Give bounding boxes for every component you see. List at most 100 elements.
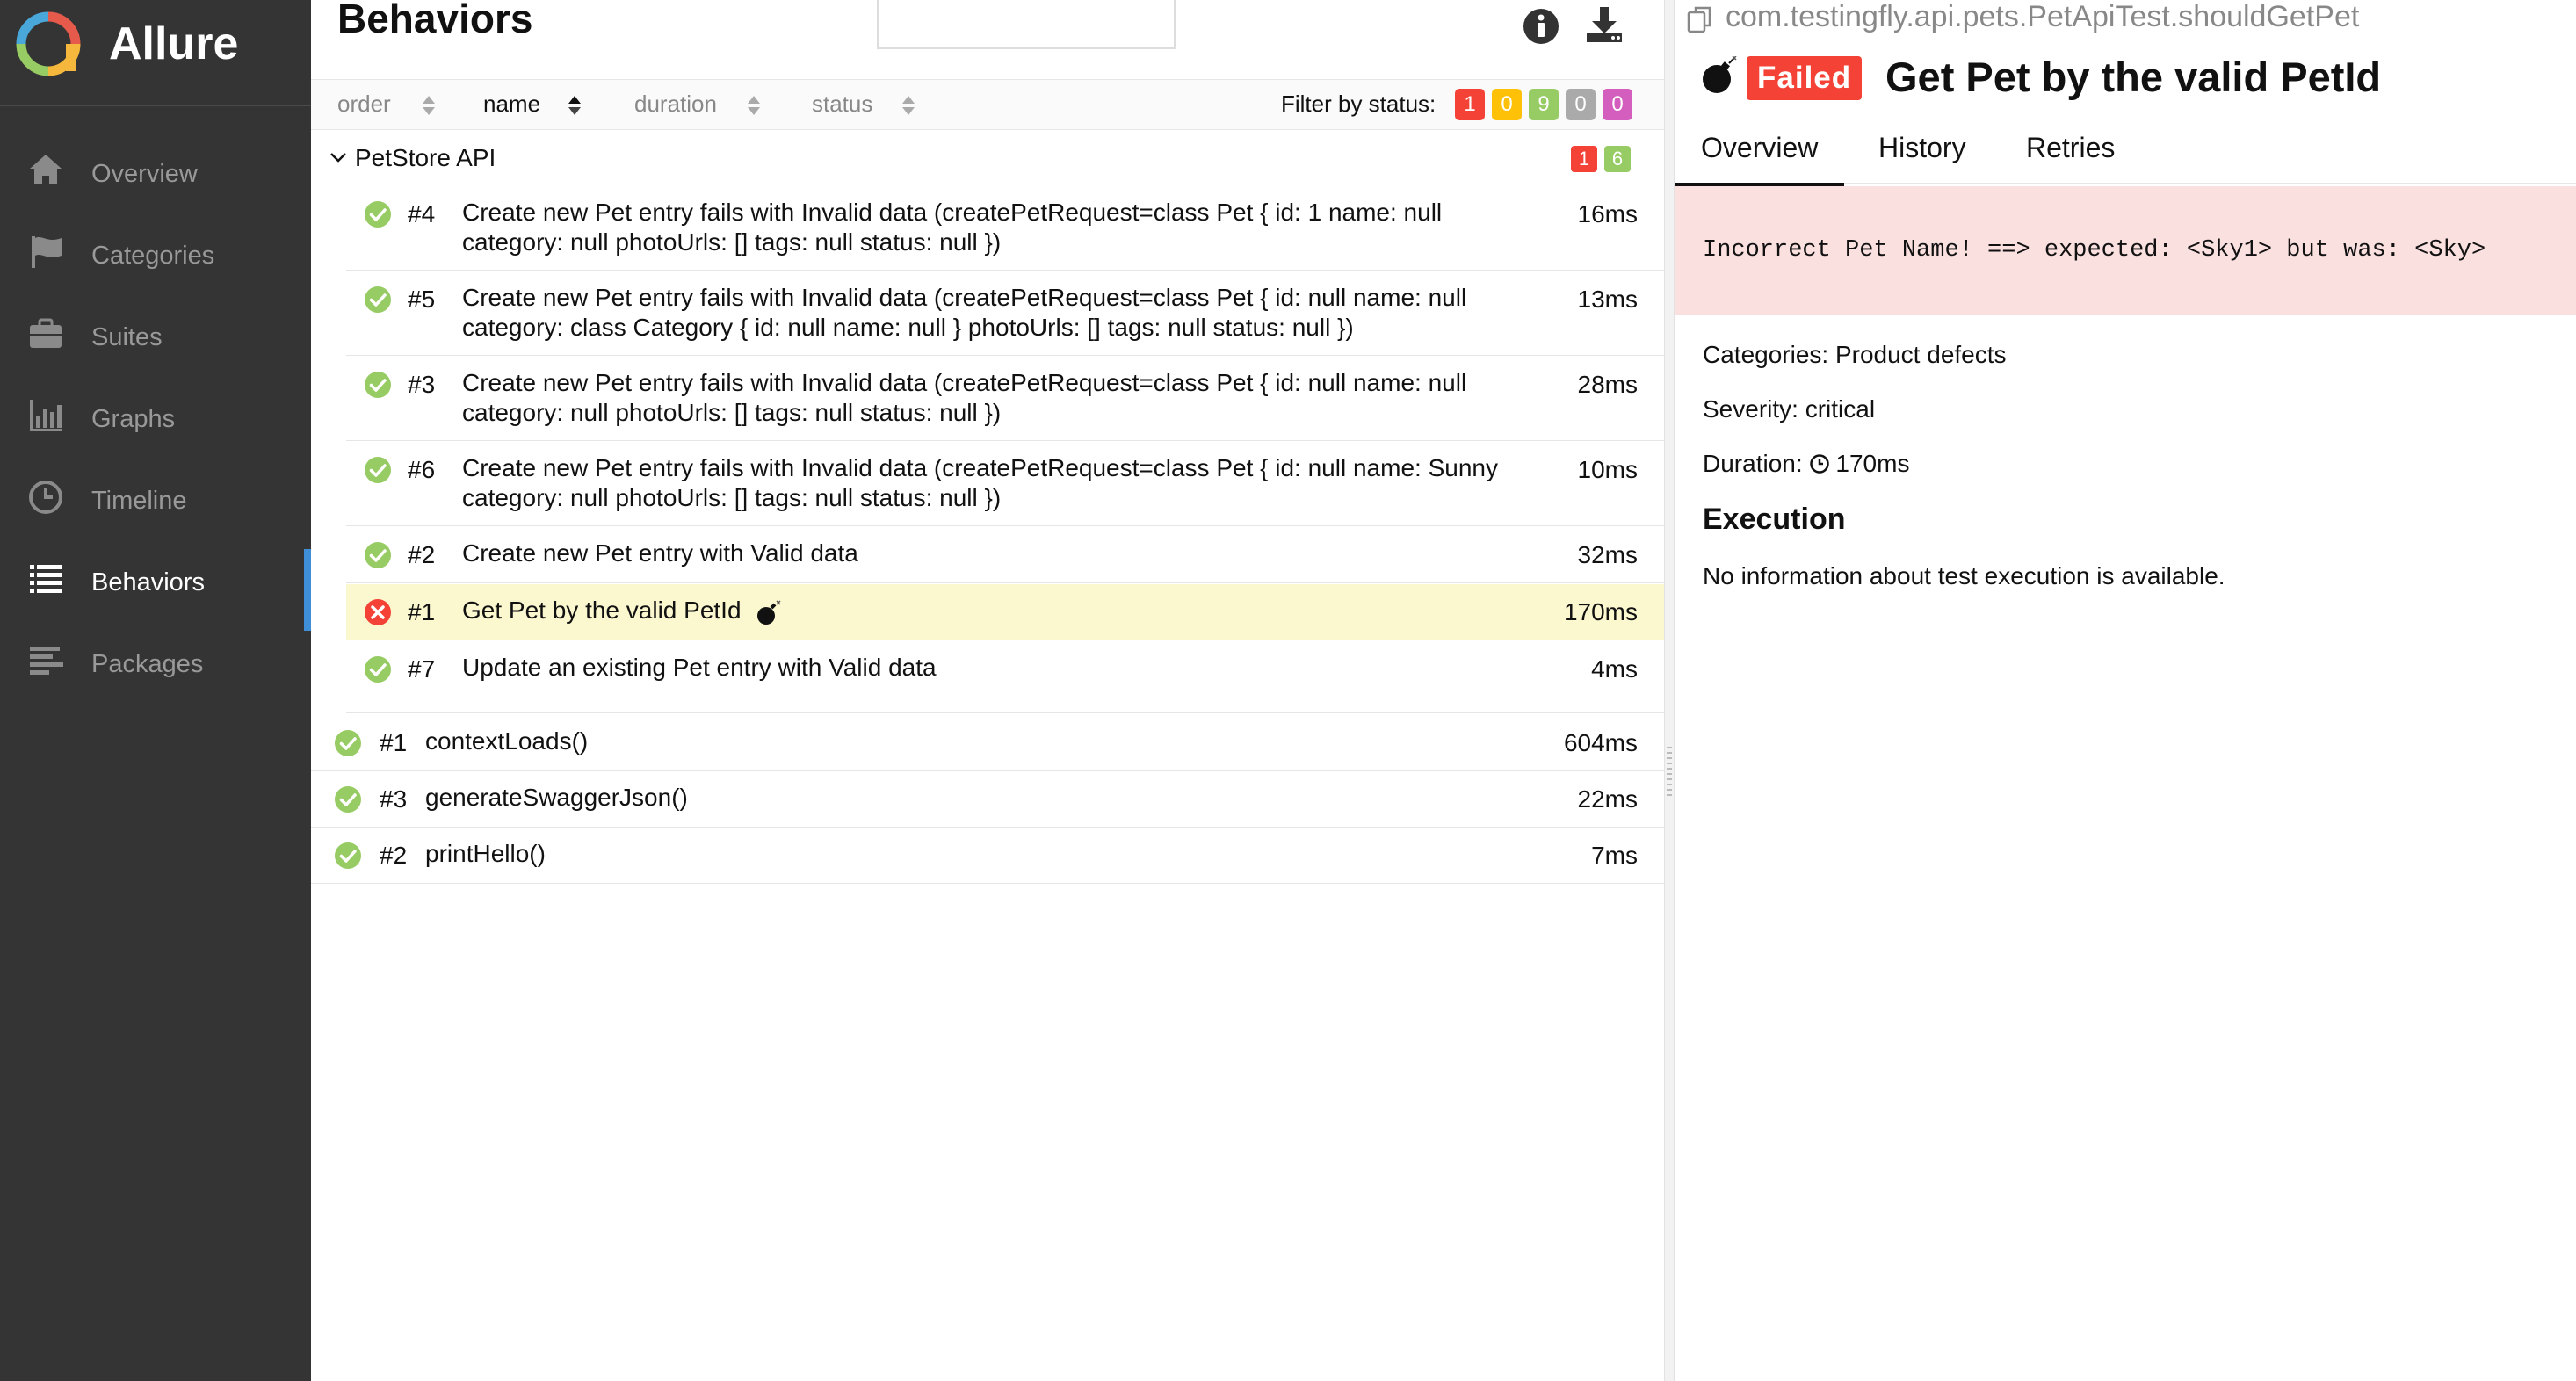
test-row[interactable]: #1 contextLoads() 604ms — [311, 715, 1664, 771]
test-duration: 604ms — [1563, 729, 1638, 756]
failed-status-icon — [365, 599, 391, 625]
test-number: #6 — [408, 456, 436, 483]
sidebar: Allure Overview Categories Suites Graphs Tim… — [0, 0, 311, 1381]
sidebar-item-graphs[interactable]: Graphs — [0, 377, 311, 459]
sidebar-item-label: Behaviors — [91, 568, 205, 597]
sort-arrows-icon — [902, 96, 915, 115]
sidebar-item-suites[interactable]: Suites — [0, 295, 311, 377]
align-left-icon — [30, 647, 63, 675]
test-name: contextLoads() — [425, 727, 589, 755]
sidebar-item-overview[interactable]: Overview — [0, 132, 311, 213]
test-duration: 4ms — [1591, 655, 1638, 683]
bar-chart-icon — [30, 400, 62, 431]
test-duration: 22ms — [1577, 785, 1638, 813]
filter-failed-badge[interactable]: 1 — [1455, 89, 1485, 120]
info-icon[interactable] — [1522, 7, 1560, 46]
passed-status-icon — [365, 201, 391, 228]
filter-unknown-badge[interactable]: 0 — [1603, 89, 1632, 120]
sidebar-item-packages[interactable]: Packages — [0, 622, 311, 704]
passed-status-icon — [335, 842, 361, 869]
sidebar-nav: Overview Categories Suites Graphs Timeline Be… — [0, 132, 311, 704]
test-row[interactable]: #2 Create new Pet entry with Valid data 32… — [346, 527, 1664, 583]
sidebar-item-label: Overview — [91, 160, 198, 188]
sidebar-item-timeline[interactable]: Timeline — [0, 459, 311, 540]
passed-status-icon — [365, 286, 391, 313]
test-row[interactable]: #1 Get Pet by the valid PetId 170ms — [346, 584, 1664, 640]
sort-name[interactable]: name — [483, 90, 581, 118]
test-name: Get Pet by the valid PetId — [462, 597, 742, 624]
test-row[interactable]: #7 Update an existing Pet entry with Vali… — [346, 641, 1664, 713]
test-number: #1 — [408, 598, 436, 625]
test-name: Create new Pet entry fails with Invalid … — [462, 199, 1443, 256]
error-message: Incorrect Pet Name! ==> expected: <Sky1>… — [1703, 237, 2486, 264]
tab-retries[interactable]: Retries — [2026, 132, 2115, 164]
flag-icon — [32, 236, 62, 268]
sidebar-item-categories[interactable]: Categories — [0, 213, 311, 295]
passed-status-icon — [365, 457, 391, 483]
tab-overview[interactable]: Overview — [1674, 132, 1845, 187]
clock-icon — [1810, 454, 1830, 474]
test-number: #3 — [380, 785, 408, 813]
test-row[interactable]: #6 Create new Pet entry fails with Invali… — [346, 442, 1664, 526]
test-number: #3 — [408, 371, 436, 398]
sort-duration[interactable]: duration — [634, 90, 760, 118]
filter-broken-badge[interactable]: 0 — [1492, 89, 1522, 120]
sort-arrows-icon — [568, 96, 581, 115]
bomb-icon — [1703, 56, 1737, 93]
test-name: Update an existing Pet entry with Valid … — [462, 654, 937, 681]
sidebar-item-label: Suites — [91, 323, 163, 351]
tab-history[interactable]: History — [1878, 132, 1966, 164]
brand[interactable]: Allure — [0, 0, 311, 106]
duration-line: Duration: 170ms — [1703, 450, 1909, 478]
test-duration: 13ms — [1577, 286, 1638, 313]
test-name: generateSwaggerJson() — [425, 784, 688, 811]
pane-splitter[interactable] — [1664, 0, 1675, 1381]
status-badge: Failed — [1747, 56, 1863, 100]
filter-skipped-badge[interactable]: 0 — [1566, 89, 1596, 120]
behaviors-tree-pane: Behaviors order name duration status Fil… — [311, 0, 1664, 1381]
bomb-icon — [757, 600, 781, 625]
sidebar-item-label: Timeline — [91, 487, 187, 515]
copy-icon[interactable] — [1685, 4, 1717, 35]
test-number: #7 — [408, 655, 436, 683]
duration-value: 170ms — [1835, 450, 1910, 477]
sort-arrows-icon — [423, 96, 435, 115]
filter-label: Filter by status: — [1281, 90, 1436, 117]
test-row[interactable]: #3 Create new Pet entry fails with Invali… — [346, 357, 1664, 441]
test-name: Create new Pet entry fails with Invalid … — [462, 369, 1467, 426]
test-number: #5 — [408, 286, 436, 313]
splitter-grip[interactable] — [1667, 747, 1672, 799]
test-name: Create new Pet entry fails with Invalid … — [462, 454, 1498, 511]
test-duration: 10ms — [1577, 456, 1638, 483]
group-row[interactable]: PetStore API 1 6 — [311, 132, 1664, 184]
test-row[interactable]: #2 printHello() 7ms — [311, 828, 1664, 884]
sort-status[interactable]: status — [812, 90, 915, 118]
sort-bar: order name duration status Filter by sta… — [311, 79, 1664, 130]
execution-heading: Execution — [1703, 503, 1846, 536]
sidebar-item-behaviors[interactable]: Behaviors — [0, 540, 311, 631]
allure-logo — [16, 11, 81, 76]
filter-passed-badge[interactable]: 9 — [1529, 89, 1559, 120]
passed-status-icon — [365, 656, 391, 683]
test-number: #4 — [408, 200, 436, 228]
passed-status-icon — [335, 730, 361, 756]
passed-status-icon — [365, 542, 391, 568]
test-duration: 16ms — [1577, 200, 1638, 228]
test-row[interactable]: #5 Create new Pet entry fails with Invali… — [346, 271, 1664, 356]
test-number: #2 — [380, 842, 408, 869]
test-row[interactable]: #3 generateSwaggerJson() 22ms — [311, 771, 1664, 828]
page-title: Behaviors — [337, 0, 533, 41]
search-input[interactable] — [877, 0, 1176, 49]
download-icon[interactable] — [1583, 4, 1625, 46]
sidebar-item-label: Packages — [91, 650, 204, 678]
test-title: Get Pet by the valid PetId — [1885, 54, 2382, 100]
error-message-box[interactable]: Incorrect Pet Name! ==> expected: <Sky1>… — [1675, 186, 2576, 315]
test-row[interactable]: #4 Create new Pet entry fails with Invali… — [346, 186, 1664, 271]
duration-label: Duration: — [1703, 450, 1803, 477]
sidebar-item-label: Categories — [91, 242, 215, 270]
test-details-pane: com.testingfly.api.pets.PetApiTest.shoul… — [1674, 0, 2576, 1381]
app-name: Allure — [109, 18, 239, 69]
briefcase-icon — [30, 318, 62, 348]
sort-order[interactable]: order — [337, 90, 435, 118]
passed-status-icon — [365, 372, 391, 398]
